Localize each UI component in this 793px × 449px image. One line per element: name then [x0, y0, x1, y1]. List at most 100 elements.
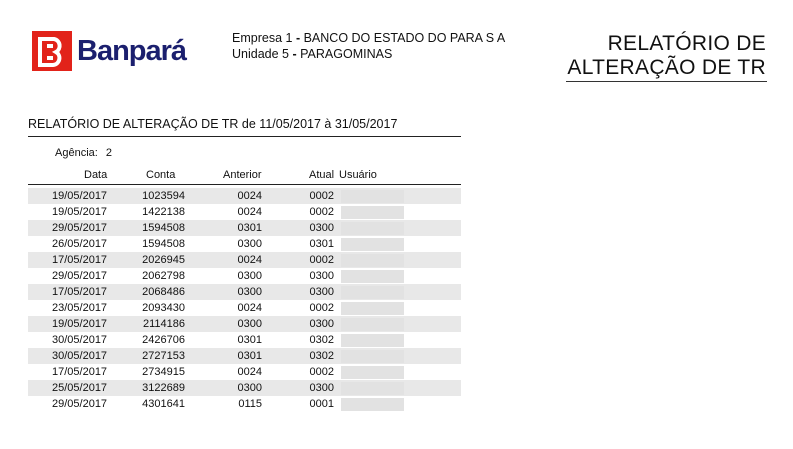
cell-anterior: 0300 — [237, 286, 262, 298]
redacted-user — [341, 302, 404, 315]
cell-data: 19/05/2017 — [52, 206, 108, 218]
subtitle-divider — [28, 136, 461, 137]
redacted-user — [341, 318, 404, 331]
cell-atual: 0002 — [309, 366, 334, 378]
table-row: 30/05/2017 2426706 0301 0302 — [28, 332, 461, 348]
cell-anterior: 0301 — [237, 350, 262, 362]
column-header-conta: Conta — [146, 169, 176, 181]
table-row: 29/05/2017 2062798 0300 0300 — [28, 268, 461, 284]
cell-atual: 0302 — [309, 350, 334, 362]
cell-anterior: 0024 — [237, 190, 262, 202]
cell-atual: 0002 — [309, 302, 334, 314]
cell-anterior: 0024 — [237, 254, 262, 266]
empresa-label: Empresa 1 — [232, 31, 293, 45]
cell-conta: 2068486 — [142, 286, 185, 298]
empresa-line: Empresa 1 - BANCO DO ESTADO DO PARA S A — [232, 31, 506, 45]
cell-conta: 2426706 — [142, 334, 185, 346]
cell-anterior: 0300 — [237, 270, 262, 282]
cell-data: 23/05/2017 — [52, 302, 108, 314]
cell-conta: 1422138 — [142, 206, 185, 218]
cell-atual: 0001 — [309, 398, 334, 410]
cell-data: 19/05/2017 — [52, 190, 108, 202]
cell-anterior: 0300 — [237, 238, 262, 250]
column-header-atual: Atual — [309, 169, 335, 181]
report-subtitle: RELATÓRIO DE ALTERAÇÃO DE TR de 11/05/20… — [28, 117, 398, 131]
banpara-logo: Banpará — [32, 31, 202, 73]
agencia-value: 2 — [105, 147, 112, 159]
cell-data: 30/05/2017 — [52, 350, 108, 362]
unidade-name: PARAGOMINAS — [300, 47, 393, 61]
report-title-line1: RELATÓRIO DE — [607, 32, 766, 55]
cell-atual: 0002 — [309, 190, 334, 202]
table-row: 29/05/2017 4301641 0115 0001 — [28, 396, 461, 412]
cell-anterior: 0301 — [237, 334, 262, 346]
header-divider — [28, 184, 461, 185]
table-row: 19/05/2017 1422138 0024 0002 — [28, 204, 461, 220]
cell-data: 17/05/2017 — [52, 366, 108, 378]
cell-conta: 2026945 — [142, 254, 185, 266]
cell-anterior: 0024 — [237, 366, 262, 378]
cell-atual: 0300 — [309, 222, 334, 234]
table-row: 17/05/2017 2068486 0300 0300 — [28, 284, 461, 300]
cell-atual: 0300 — [309, 286, 334, 298]
table-row: 17/05/2017 2026945 0024 0002 — [28, 252, 461, 268]
table-row: 19/05/2017 1023594 0024 0002 — [28, 188, 461, 204]
table-row: 25/05/2017 3122689 0300 0300 — [28, 380, 461, 396]
title-divider — [566, 81, 767, 82]
table-row: 23/05/2017 2093430 0024 0002 — [28, 300, 461, 316]
cell-anterior: 0115 — [238, 398, 262, 410]
report-title-line2: ALTERAÇÃO DE TR — [567, 56, 766, 79]
cell-data: 19/05/2017 — [52, 318, 108, 330]
cell-atual: 0002 — [309, 206, 334, 218]
table-row: 29/05/2017 1594508 0301 0300 — [28, 220, 461, 236]
cell-data: 26/05/2017 — [52, 238, 108, 250]
cell-data: 29/05/2017 — [52, 270, 108, 282]
redacted-user — [341, 382, 404, 395]
cell-data: 17/05/2017 — [52, 286, 108, 298]
company-info: Empresa 1 - BANCO DO ESTADO DO PARA S A … — [232, 30, 505, 62]
table-body: 19/05/2017 1023594 0024 0002 19/05/2017 1422… — [28, 188, 461, 412]
report-title: RELATÓRIO DE ALTERAÇÃO DE TR — [567, 32, 766, 80]
cell-atual: 0302 — [309, 334, 334, 346]
cell-anterior: 0300 — [237, 382, 262, 394]
cell-atual: 0002 — [309, 254, 334, 266]
unidade-line: Unidade 5 - PARAGOMINAS — [232, 47, 393, 61]
table-row: 17/05/2017 2734915 0024 0002 — [28, 364, 461, 380]
logo-text: Banpará — [77, 35, 187, 67]
cell-conta: 1594508 — [142, 222, 185, 234]
cell-anterior: 0300 — [237, 318, 262, 330]
redacted-user — [341, 366, 404, 379]
cell-data: 29/05/2017 — [52, 222, 108, 234]
cell-conta: 2062798 — [142, 270, 185, 282]
cell-atual: 0300 — [309, 382, 334, 394]
cell-atual: 0301 — [309, 238, 334, 250]
cell-data: 17/05/2017 — [52, 254, 108, 266]
cell-data: 29/05/2017 — [52, 398, 108, 410]
column-header-data: Data — [84, 169, 108, 181]
cell-atual: 0300 — [309, 270, 334, 282]
unidade-label: Unidade 5 — [232, 47, 289, 61]
agencia-info: Agência: 2 — [55, 147, 112, 159]
empresa-name: BANCO DO ESTADO DO PARA S A — [303, 31, 506, 45]
cell-conta: 2114186 — [142, 318, 185, 330]
table-row: 30/05/2017 2727153 0301 0302 — [28, 348, 461, 364]
table-row: 26/05/2017 1594508 0300 0301 — [28, 236, 461, 252]
cell-anterior: 0024 — [237, 206, 262, 218]
redacted-user — [341, 222, 404, 235]
redacted-user — [341, 334, 404, 347]
redacted-user — [341, 190, 404, 203]
cell-conta: 3122689 — [142, 382, 185, 394]
banpara-logo-icon — [32, 31, 72, 71]
redacted-user — [341, 270, 404, 283]
redacted-user — [341, 254, 404, 267]
redacted-user — [341, 350, 404, 363]
cell-conta: 2734915 — [142, 366, 185, 378]
cell-data: 30/05/2017 — [52, 334, 108, 346]
table-header: Data Conta Anterior Atual Usuário — [28, 169, 461, 183]
cell-conta: 4301641 — [142, 398, 185, 410]
cell-data: 25/05/2017 — [52, 382, 108, 394]
column-header-usuario: Usuário — [339, 169, 377, 181]
cell-anterior: 0301 — [237, 222, 262, 234]
redacted-user — [341, 398, 404, 411]
redacted-user — [341, 238, 404, 251]
